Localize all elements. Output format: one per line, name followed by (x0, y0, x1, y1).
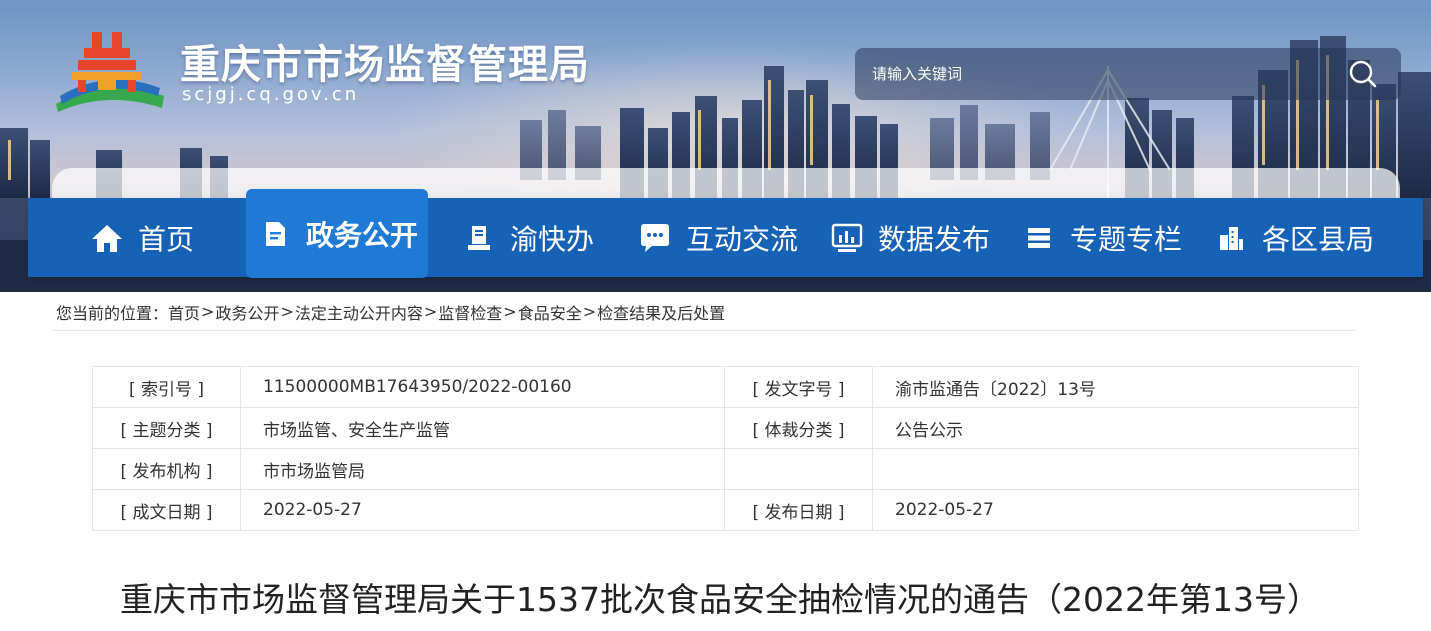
table-row: [ 索引号 ] 11500000MB17643950/2022-00160 [ … (92, 366, 1359, 408)
meta-key: [ 主题分类 ] (92, 407, 241, 449)
meta-key: [ 发布日期 ] (724, 489, 873, 531)
nav-item-label: 数据发布 (878, 222, 991, 256)
meta-key: [ 成文日期 ] (92, 489, 241, 531)
nav-item-interaction[interactable]: 互动交流 (638, 198, 798, 277)
home-icon (90, 221, 124, 255)
search-button[interactable] (1325, 48, 1401, 100)
nav-item-gov-affairs[interactable]: 政务公开 (246, 189, 429, 278)
meta-value: 2022-05-27 (240, 489, 725, 531)
site-title: 重庆市市场监督管理局 (180, 42, 590, 88)
table-row: [ 成文日期 ] 2022-05-27 [ 发布日期 ] 2022-05-27 (92, 489, 1359, 531)
chat-icon (638, 221, 672, 255)
nav-item-label: 首页 (138, 222, 195, 256)
nav-item-yukuaiban[interactable]: 渝快办 (462, 198, 594, 277)
nav-item-label: 各区县局 (1262, 222, 1375, 256)
breadcrumb-item-home[interactable]: 首页 (168, 300, 200, 324)
breadcrumb-separator: > (201, 302, 215, 321)
breadcrumb-separator: > (280, 302, 294, 321)
site-domain: scjgj.cq.gov.cn (182, 84, 360, 105)
nav-item-label: 政务公开 (306, 218, 419, 252)
meta-key: [ 索引号 ] (92, 366, 241, 408)
search-input[interactable] (855, 48, 1325, 100)
nav-item-data-release[interactable]: 数据发布 (830, 198, 990, 277)
breadcrumb-item-statutory-disclosure[interactable]: 法定主动公开内容 (295, 300, 423, 324)
meta-key: [ 发布机构 ] (92, 448, 241, 490)
meta-key (724, 448, 873, 490)
table-row: [ 发布机构 ] 市市场监管局 (92, 448, 1359, 490)
nav-item-home[interactable]: 首页 (90, 198, 194, 277)
meta-value: 公告公示 (872, 407, 1359, 449)
meta-key: [ 体裁分类 ] (724, 407, 873, 449)
nav-item-label: 渝快办 (510, 222, 595, 256)
nav-item-district-bureaus[interactable]: 各区县局 (1214, 198, 1374, 277)
breadcrumb-item-supervision[interactable]: 监督检查 (438, 300, 502, 324)
meta-value: 11500000MB17643950/2022-00160 (240, 366, 725, 408)
nav-item-label: 专题专栏 (1070, 222, 1183, 256)
meta-value: 市场监管、安全生产监管 (240, 407, 725, 449)
nav-item-special-topics[interactable]: 专题专栏 (1022, 198, 1182, 277)
breadcrumb-item-gov-affairs[interactable]: 政务公开 (215, 300, 279, 324)
main-nav: 首页 政务公开 渝快办 互动交流 数据发布 专题专栏 各区县局 (28, 189, 1423, 278)
nav-item-label: 互动交流 (686, 222, 799, 256)
service-desk-icon (462, 221, 496, 255)
document-icon (258, 217, 292, 251)
meta-value: 渝市监通告〔2022〕13号 (872, 366, 1359, 408)
stack-icon (1022, 221, 1056, 255)
meta-value (872, 448, 1359, 490)
article-title: 重庆市市场监督管理局关于1537批次食品安全抽检情况的通告（2022年第13号） (120, 580, 1320, 619)
bar-chart-icon (830, 221, 864, 255)
search-box (855, 48, 1401, 100)
breadcrumb-item-food-safety[interactable]: 食品安全 (518, 300, 582, 324)
breadcrumb-separator: > (503, 302, 517, 321)
meta-key: [ 发文字号 ] (724, 366, 873, 408)
table-row: [ 主题分类 ] 市场监管、安全生产监管 [ 体裁分类 ] 公告公示 (92, 407, 1359, 449)
breadcrumb-prefix: 您当前的位置： (56, 303, 169, 323)
document-meta-table: [ 索引号 ] 11500000MB17643950/2022-00160 [ … (92, 366, 1359, 531)
search-icon (1349, 60, 1377, 88)
municipal-emblem-icon (56, 32, 164, 112)
breadcrumb-separator: > (423, 302, 438, 321)
breadcrumb-separator: > (582, 302, 597, 321)
breadcrumb-item-inspection-results[interactable]: 检查结果及后处置 (597, 300, 725, 324)
breadcrumb: 您当前的位置： 首页 > 政务公开 > 法定主动公开内容 > 监督检查 > 食品… (52, 293, 1356, 331)
meta-value: 2022-05-27 (872, 489, 1359, 531)
buildings-icon (1214, 221, 1248, 255)
meta-value: 市市场监管局 (240, 448, 725, 490)
